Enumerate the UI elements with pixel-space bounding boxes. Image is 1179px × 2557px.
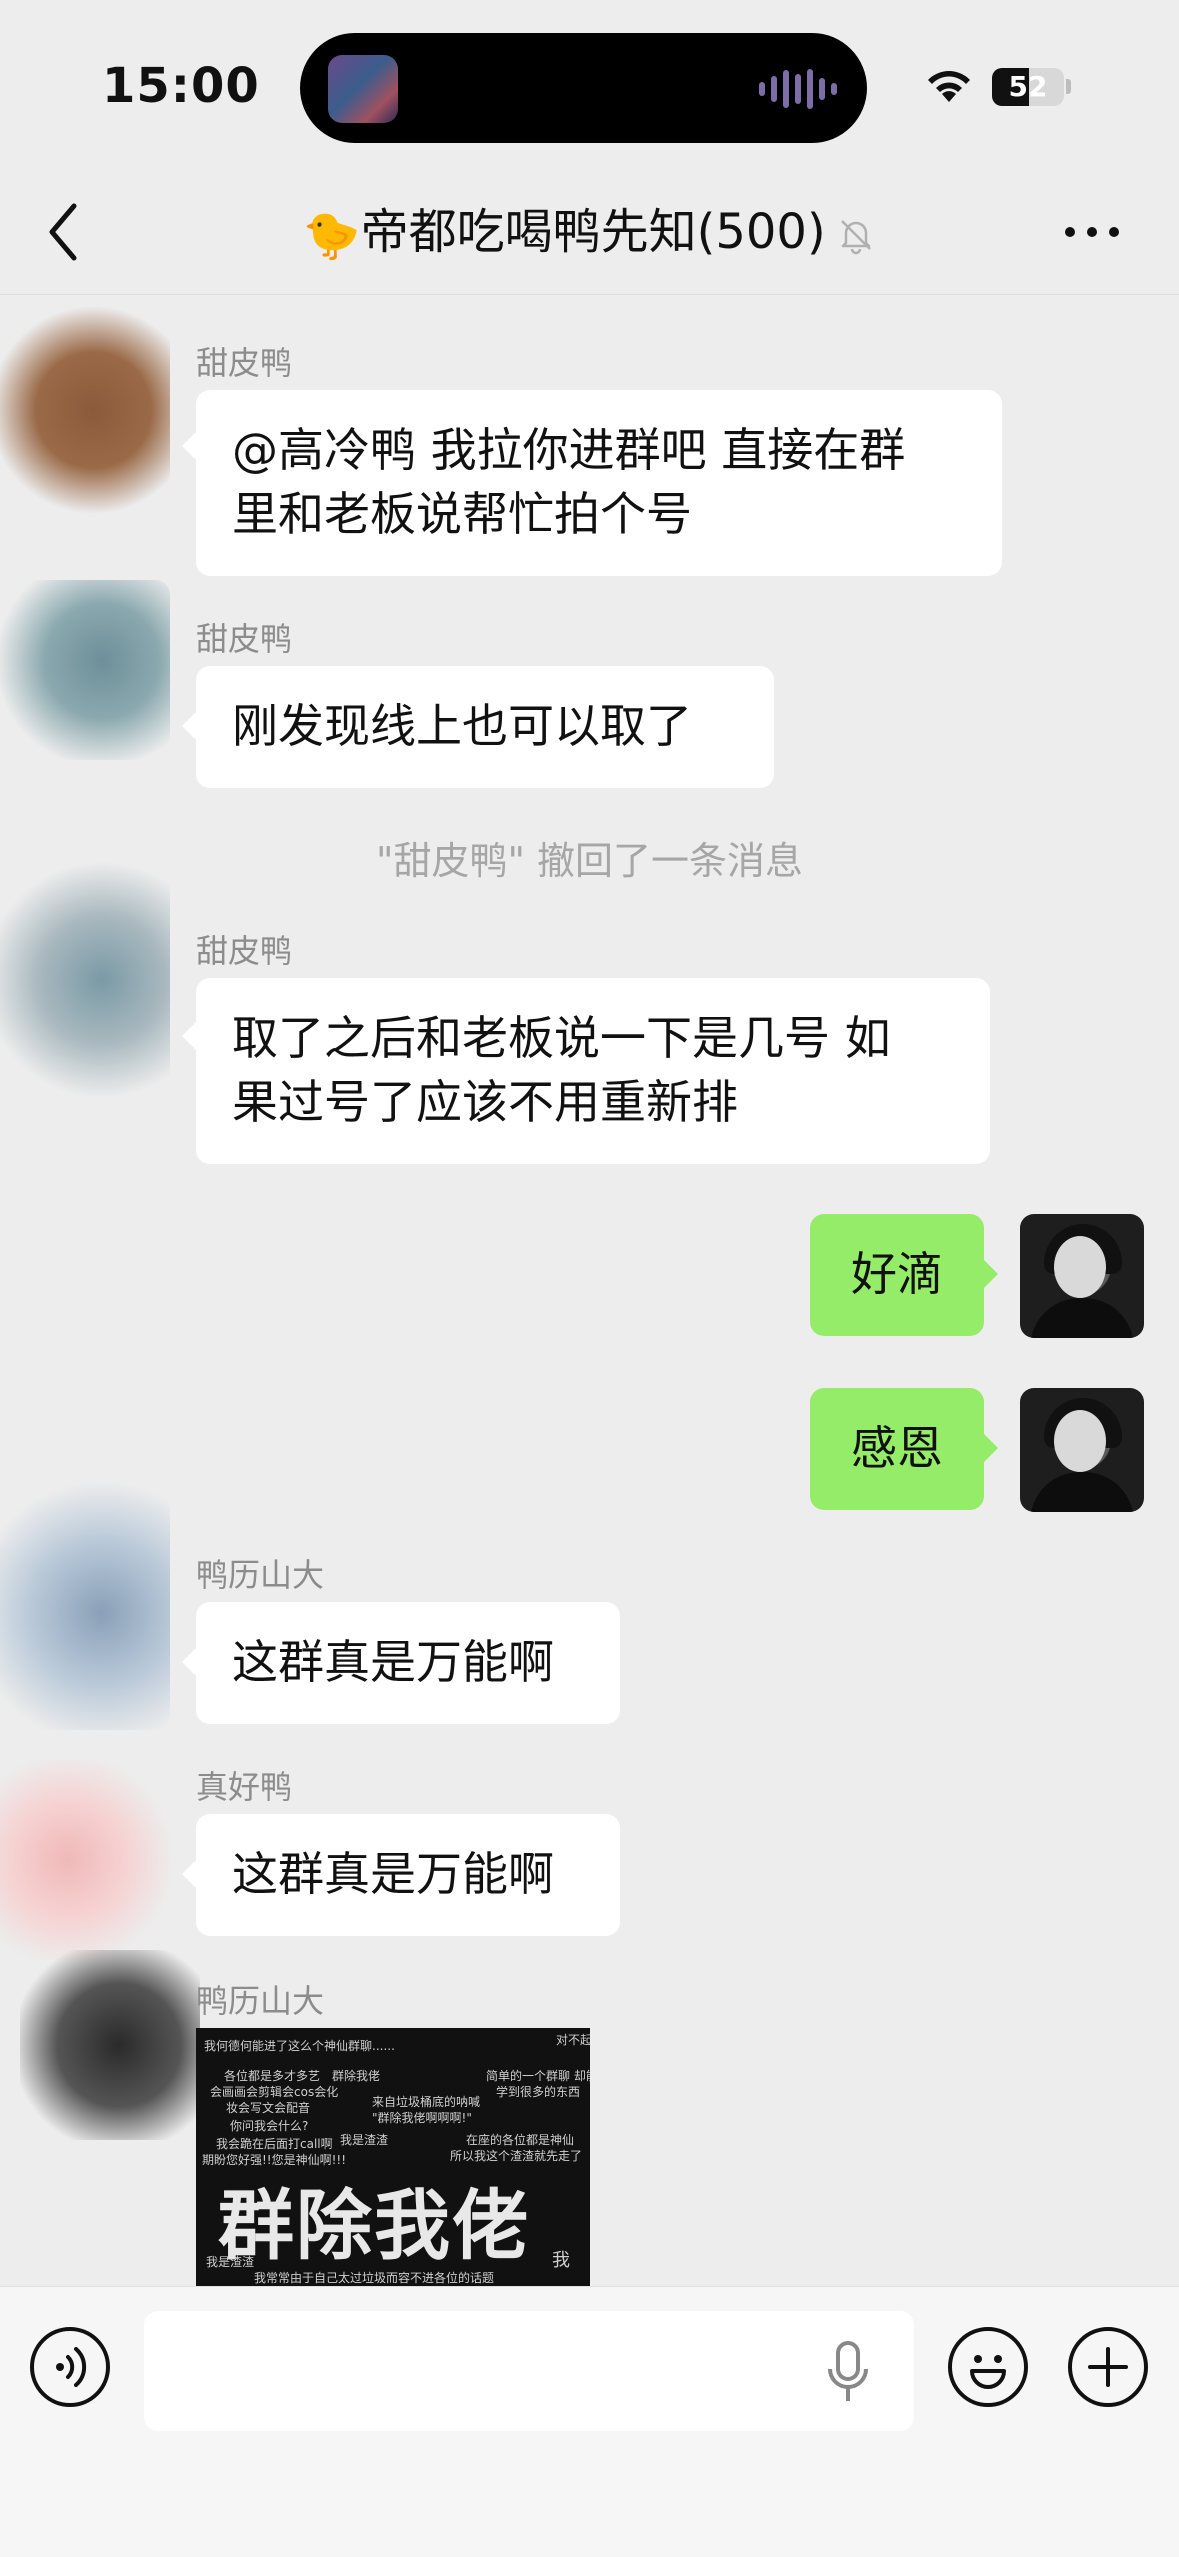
message-input[interactable] xyxy=(144,2311,914,2431)
meme-big-text: 群除我佬 xyxy=(218,2181,530,2270)
my-avatar[interactable] xyxy=(1020,1388,1144,1512)
avatar[interactable] xyxy=(0,860,170,1100)
message-bubble[interactable]: 刚发现线上也可以取了 xyxy=(196,666,774,788)
meme-text: 妆会写文会配音 xyxy=(226,2101,311,2115)
more-actions-button[interactable] xyxy=(1068,2327,1148,2407)
mute-bell-icon xyxy=(840,220,871,255)
meme-text: 来自垃圾桶底的呐喊 xyxy=(372,2095,481,2109)
input-bar xyxy=(0,2286,1179,2557)
meme-text: 简单的一个群聊 却能 xyxy=(486,2069,590,2083)
meme-text: 会画画会剪辑会cos会化 xyxy=(210,2085,339,2099)
status-bar: 15:00 52 xyxy=(0,0,1179,170)
meme-text: 在座的各位都是神仙 xyxy=(466,2133,575,2147)
sender-name: 甜皮鸭 xyxy=(196,344,293,382)
meme-text: 学到很多的东西 xyxy=(496,2085,581,2099)
meme-text: 我是渣渣 xyxy=(340,2133,389,2147)
sender-name: 鸭历山大 xyxy=(196,1982,325,2020)
status-time: 15:00 xyxy=(102,58,260,114)
voice-input-button[interactable] xyxy=(30,2327,110,2407)
avatar[interactable] xyxy=(0,1760,170,1960)
message-bubble[interactable]: @高冷鸭 我拉你进群吧 直接在群 里和老板说帮忙拍个号 xyxy=(196,390,1002,576)
sender-name: 真好鸭 xyxy=(196,1768,293,1806)
meme-text: 我何德何能进了这么个神仙群聊...... xyxy=(204,2039,395,2053)
message-bubble[interactable]: 这群真是万能啊 xyxy=(196,1814,620,1936)
meme-text: 对不起 xyxy=(556,2033,590,2047)
meme-text: 各位都是多才多艺 xyxy=(224,2069,321,2083)
bubble-tail xyxy=(182,712,196,740)
meme-text: 你问我会什么? xyxy=(230,2119,309,2133)
bubble-tail xyxy=(984,1260,998,1288)
avatar-face xyxy=(1054,1410,1106,1472)
now-playing-artwork xyxy=(328,55,398,123)
meme-text: 我 xyxy=(552,2250,570,2271)
more-options-icon[interactable] xyxy=(1062,220,1122,244)
my-avatar[interactable] xyxy=(1020,1214,1144,1338)
plus-icon xyxy=(1088,2347,1128,2387)
avatar-body xyxy=(1030,1472,1134,1512)
avatar[interactable] xyxy=(0,1470,170,1730)
dynamic-island[interactable] xyxy=(300,33,867,143)
audio-waveform-icon xyxy=(759,69,837,109)
duck-emoji-icon: 🐤 xyxy=(303,208,361,262)
sender-name: 甜皮鸭 xyxy=(196,620,293,658)
wifi-icon xyxy=(928,71,970,102)
self-message-bubble[interactable]: 感恩 xyxy=(810,1388,984,1510)
avatar-face xyxy=(1054,1236,1106,1298)
message-bubble[interactable]: 取了之后和老板说一下是几号 如 果过号了应该不用重新排 xyxy=(196,978,990,1164)
microphone-icon[interactable] xyxy=(826,2339,870,2405)
battery-tip xyxy=(1066,79,1071,94)
meme-text: 群除我佬 xyxy=(332,2069,381,2083)
smiley-icon xyxy=(970,2355,1006,2389)
meme-text: 所以我这个渣渣就先走了 xyxy=(450,2149,583,2163)
chat-header: 🐤帝都吃喝鸭先知(500) xyxy=(0,170,1179,295)
avatar[interactable] xyxy=(0,300,170,520)
chat-title: 🐤帝都吃喝鸭先知(500) xyxy=(0,202,1179,265)
bubble-tail xyxy=(182,1860,196,1888)
chat-title-text: 帝都吃喝鸭先知(500) xyxy=(360,204,826,260)
sender-name: 鸭历山大 xyxy=(196,1556,325,1594)
meme-text: "群除我佬啊啊啊!" xyxy=(372,2111,472,2125)
avatar[interactable] xyxy=(20,1950,200,2140)
avatar-body xyxy=(1030,1298,1134,1338)
bubble-tail xyxy=(984,1434,998,1462)
emoji-button[interactable] xyxy=(948,2327,1028,2407)
self-message-bubble[interactable]: 好滴 xyxy=(810,1214,984,1336)
bubble-tail xyxy=(182,1022,196,1050)
avatar[interactable] xyxy=(0,580,170,760)
battery-icon: 52 xyxy=(992,68,1064,106)
battery-percent: 52 xyxy=(1008,70,1048,103)
meme-image-message[interactable]: 我何德何能进了这么个神仙群聊...... 对不起 各位都是多才多艺 群除我佬 会… xyxy=(196,2028,590,2286)
bubble-tail xyxy=(182,432,196,460)
sender-name: 甜皮鸭 xyxy=(196,932,293,970)
meme-text: 我会跪在后面打call啊 xyxy=(216,2137,333,2151)
voice-icon xyxy=(56,2347,87,2387)
message-bubble[interactable]: 这群真是万能啊 xyxy=(196,1602,620,1724)
recall-notice: "甜皮鸭" 撤回了一条消息 xyxy=(375,839,804,883)
bubble-tail xyxy=(182,1648,196,1676)
